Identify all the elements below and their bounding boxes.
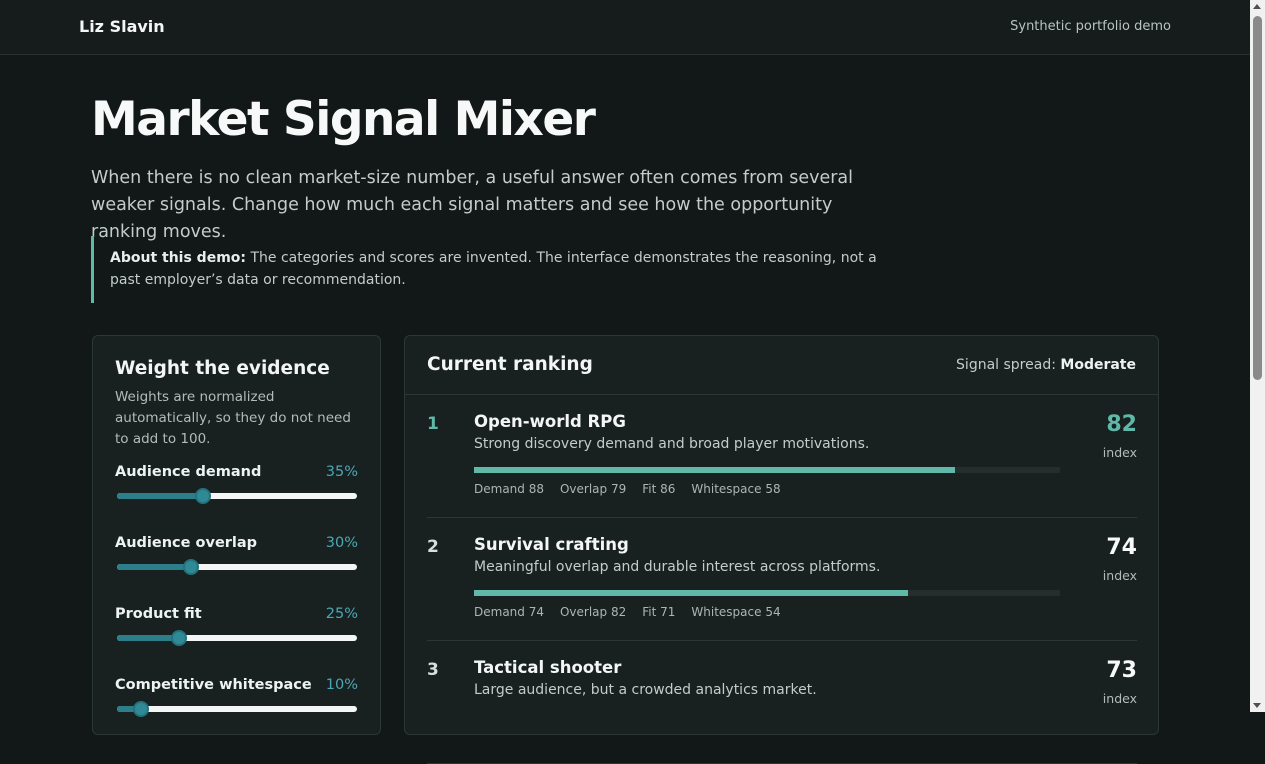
weight-slider-percent: 35% — [325, 464, 358, 480]
weight-slider-track[interactable] — [117, 630, 357, 646]
weight-slider-fill — [117, 493, 204, 499]
ranking-position: 3 — [427, 660, 439, 680]
weight-slider-track[interactable] — [117, 488, 357, 504]
brand-name[interactable]: Liz Slavin — [79, 17, 165, 36]
ranking-item: 1 Open-world RPG Strong discovery demand a… — [427, 395, 1137, 518]
ranking-metric: Whitespace 54 — [691, 605, 781, 619]
signal-spread: Signal spread: Moderate — [956, 357, 1136, 373]
weight-slider-row: Audience demand 35% — [115, 464, 358, 535]
ranking-item-description: Meaningful overlap and durable interest … — [474, 559, 881, 575]
weight-slider-row: Product fit 25% — [115, 606, 358, 677]
ranking-score-bar — [474, 590, 1060, 596]
signal-spread-label: Signal spread: — [956, 357, 1061, 373]
ranking-item-description: Large audience, but a crowded analytics … — [474, 682, 817, 698]
ranking-metrics: Demand 88 Overlap 79 Fit 86 Whitespace 58 — [474, 482, 797, 496]
weight-slider-percent: 30% — [325, 535, 358, 551]
weight-slider-fill — [117, 564, 192, 570]
scrollbar-thumb[interactable] — [1253, 16, 1262, 380]
scroll-up-arrow-icon[interactable] — [1253, 4, 1261, 9]
ranking-score: 82 — [1106, 412, 1137, 437]
weight-slider-percent: 10% — [325, 677, 358, 693]
ranking-metric: Overlap 82 — [559, 605, 627, 619]
signal-spread-value: Moderate — [1060, 357, 1136, 373]
ranking-item-description: Strong discovery demand and broad player… — [474, 436, 870, 452]
weight-slider-row: Competitive whitespace 10% — [115, 677, 358, 748]
page-scrollbar[interactable] — [1250, 0, 1265, 712]
weight-slider-fill — [117, 635, 180, 641]
top-bar: Liz Slavin Synthetic portfolio demo — [0, 0, 1250, 55]
scroll-down-arrow-icon[interactable] — [1253, 703, 1261, 708]
ranking-title: Current ranking — [427, 354, 593, 375]
ranking-item-name: Open-world RPG — [474, 412, 626, 431]
weight-slider-track[interactable] — [117, 559, 357, 575]
weight-slider-row: Audience overlap 30% — [115, 535, 358, 606]
weight-slider-thumb[interactable] — [183, 559, 200, 575]
ranking-score-unit: index — [1102, 691, 1137, 706]
ranking-item: 2 Survival crafting Meaningful overlap and… — [427, 518, 1137, 641]
weights-title: Weight the evidence — [115, 358, 330, 379]
weight-slider-label: Product fit — [115, 606, 202, 622]
ranking-item-name: Survival crafting — [474, 535, 629, 554]
weights-panel: Weight the evidence Weights are normaliz… — [92, 335, 381, 735]
weight-slider-thumb[interactable] — [195, 488, 212, 504]
ranking-position: 1 — [427, 414, 439, 434]
weight-slider-label: Audience overlap — [115, 535, 258, 551]
ranking-metric: Whitespace 58 — [691, 482, 781, 496]
weight-slider-label: Audience demand — [115, 464, 262, 480]
weights-description: Weights are normalized automatically, so… — [115, 389, 351, 447]
weight-slider-thumb[interactable] — [133, 701, 149, 717]
ranking-panel: Current ranking Signal spread: Moderate … — [404, 335, 1159, 764]
ranking-score-bar — [474, 467, 1060, 473]
ranking-score-bar-fill — [474, 467, 955, 473]
header-tagline: Synthetic portfolio demo — [1010, 19, 1171, 34]
demo-note: About this demo: The categories and scor… — [91, 236, 891, 303]
page-title: Market Signal Mixer — [91, 92, 596, 147]
weight-slider-track[interactable] — [117, 701, 357, 717]
ranking-metrics: Demand 74 Overlap 82 Fit 71 Whitespace 54 — [474, 605, 797, 619]
ranking-metric: Fit 71 — [642, 605, 676, 619]
ranking-item-name: Tactical shooter — [474, 658, 622, 677]
ranking-score-bar-fill — [474, 590, 908, 596]
ranking-score-unit: index — [1102, 445, 1137, 460]
ranking-position: 2 — [427, 537, 439, 557]
ranking-score: 74 — [1106, 535, 1137, 560]
ranking-metric: Demand 88 — [474, 482, 544, 496]
weight-slider-percent: 25% — [325, 606, 358, 622]
ranking-score: 73 — [1106, 658, 1137, 683]
weight-slider-thumb[interactable] — [171, 630, 188, 646]
ranking-metric: Fit 86 — [642, 482, 676, 496]
page-lede: When there is no clean market-size numbe… — [91, 168, 853, 242]
ranking-metric: Demand 74 — [474, 605, 544, 619]
ranking-score-unit: index — [1102, 568, 1137, 583]
demo-note-label: About this demo: — [110, 250, 246, 266]
ranking-metric: Overlap 79 — [559, 482, 627, 496]
ranking-header: Current ranking Signal spread: Moderate — [405, 336, 1158, 395]
ranking-item: 3 Tactical shooter Large audience, but a c… — [427, 641, 1137, 764]
weight-slider-label: Competitive whitespace — [115, 677, 312, 693]
